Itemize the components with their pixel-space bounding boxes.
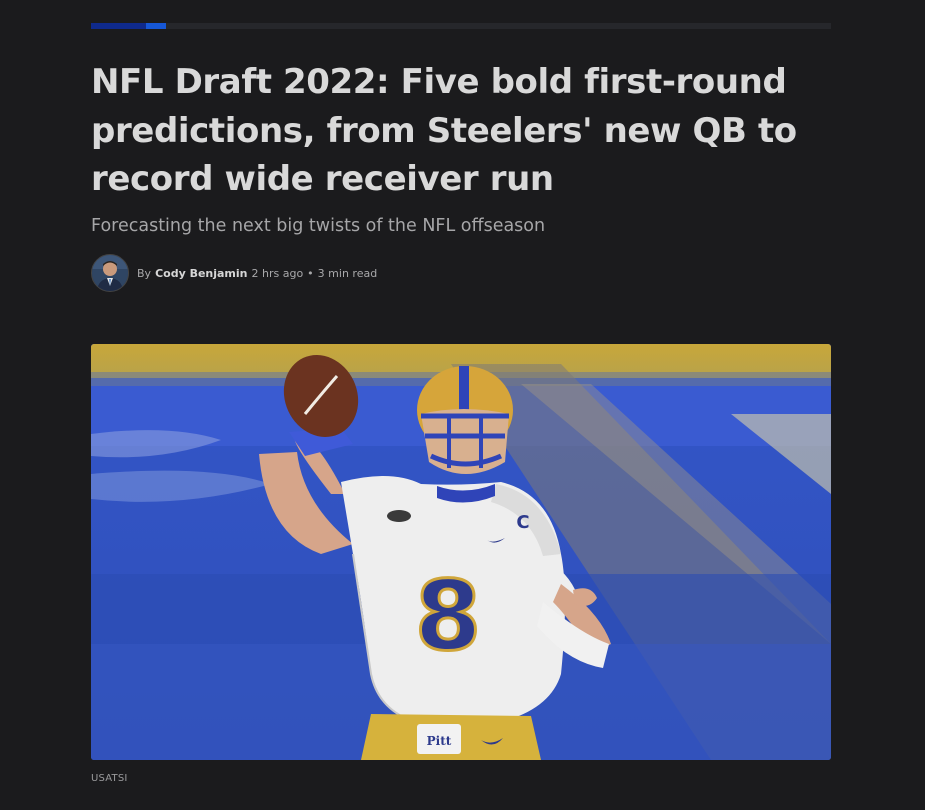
publish-time: 2 hrs ago [251, 266, 304, 280]
progress-fill-secondary [146, 23, 166, 29]
reading-progress-bar [91, 23, 831, 29]
read-time: 3 min read [317, 266, 378, 280]
article-headline: NFL Draft 2022: Five bold first-round pr… [91, 62, 797, 199]
captain-patch: C [516, 512, 529, 533]
byline-separator: • [307, 266, 314, 280]
progress-fill-primary [91, 23, 146, 29]
byline: By Cody Benjamin 2 hrs ago • 3 min read [91, 254, 377, 292]
photo-credit: USATSI [91, 773, 128, 784]
author-name-link[interactable]: Cody Benjamin [155, 267, 247, 280]
hero-image: 8 C Pitt [91, 344, 831, 760]
jersey-number: 8 [415, 560, 482, 672]
article-subheadline: Forecasting the next big twists of the N… [91, 216, 546, 236]
author-avatar[interactable] [91, 254, 129, 292]
byline-prefix: By [137, 266, 152, 280]
pants-logo: Pitt [427, 734, 452, 748]
author-avatar-image [92, 255, 128, 291]
quarterback-photo: 8 C Pitt [91, 344, 831, 760]
